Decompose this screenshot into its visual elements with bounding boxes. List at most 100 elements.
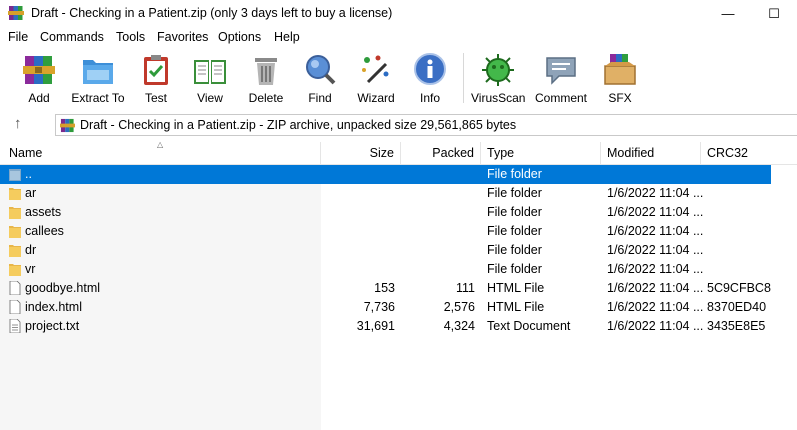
folder-icon: [9, 207, 21, 219]
folder-icon: [83, 60, 113, 84]
file-size: 31,691: [356, 319, 395, 333]
menu-favorites[interactable]: Favorites: [157, 30, 208, 44]
file-packed: 4,324: [443, 319, 475, 333]
comment-icon: [546, 57, 576, 85]
table-row[interactable]: goodbye.html 153 111 HTML File 1/6/2022 11:0…: [0, 279, 797, 298]
table-row[interactable]: vr File folder 1/6/2022 11:04 ...: [0, 260, 797, 279]
table-row[interactable]: assets File folder 1/6/2022 11:04 ...: [0, 203, 797, 222]
folder-icon: [9, 264, 21, 276]
file-name: vr: [25, 262, 36, 276]
column-packed[interactable]: Packed: [401, 142, 481, 164]
file-icon: [9, 300, 21, 314]
file-modified: 1/6/2022 11:04 ...: [607, 281, 704, 295]
comment-button[interactable]: Comment: [533, 47, 589, 109]
book-icon: [194, 60, 226, 84]
table-row[interactable]: callees File folder 1/6/2022 11:04 ...: [0, 222, 797, 241]
file-crc32: 5C9CFBC8: [707, 281, 771, 295]
file-modified: 1/6/2022 11:04 ...: [607, 224, 704, 238]
menu-commands[interactable]: Commands: [40, 30, 104, 44]
file-modified: 1/6/2022 11:04 ...: [607, 319, 704, 333]
column-size[interactable]: Size: [321, 142, 401, 164]
file-type: File folder: [487, 262, 542, 276]
folder-icon: [9, 226, 21, 238]
file-icon: [9, 281, 21, 295]
minimize-button[interactable]: —: [705, 0, 751, 27]
file-type: File folder: [487, 186, 542, 200]
table-row[interactable]: project.txt 31,691 4,324 Text Document 1/6/2…: [0, 317, 797, 336]
menu-options[interactable]: Options: [218, 30, 261, 44]
menu-help[interactable]: Help: [274, 30, 300, 44]
virusscan-button[interactable]: VirusScan: [471, 47, 525, 109]
file-name: callees: [25, 224, 64, 238]
info-icon: [414, 53, 446, 85]
table-row[interactable]: index.html 7,736 2,576 HTML File 1/6/2022 11…: [0, 298, 797, 317]
clipboard-check-icon: [144, 55, 168, 85]
file-type: Text Document: [487, 319, 571, 333]
virus-icon: [482, 54, 514, 86]
window-title: Draft - Checking in a Patient.zip (only …: [31, 6, 393, 20]
file-packed: 111: [455, 281, 475, 295]
find-button[interactable]: Find: [302, 47, 338, 109]
wizard-button[interactable]: Wizard: [356, 47, 396, 109]
file-type: File folder: [487, 224, 542, 238]
address-bar: ↑ Draft - Checking in a Patient.zip - ZI…: [0, 112, 797, 138]
rar-books-icon: [23, 56, 55, 84]
add-button[interactable]: Add: [20, 47, 58, 109]
column-name[interactable]: Name: [0, 142, 321, 164]
up-arrow-icon[interactable]: ↑: [14, 115, 22, 132]
file-type: HTML File: [487, 281, 545, 295]
trash-icon: [255, 58, 277, 85]
file-size: 153: [374, 281, 395, 295]
test-button[interactable]: Test: [138, 47, 174, 109]
column-type[interactable]: Type: [481, 142, 601, 164]
file-size: 7,736: [363, 300, 395, 314]
table-row[interactable]: .. File folder: [0, 165, 771, 184]
title-bar: Draft - Checking in a Patient.zip (only …: [0, 0, 797, 27]
file-list: △ Name Size Packed Type Modified CRC32 .…: [0, 140, 797, 430]
file-name: dr: [25, 243, 37, 257]
file-modified: 1/6/2022 11:04 ...: [607, 186, 704, 200]
table-row[interactable]: dr File folder 1/6/2022 11:04 ...: [0, 241, 797, 260]
extract-to-button[interactable]: Extract To: [70, 47, 126, 109]
winrar-app-icon[interactable]: [8, 5, 24, 21]
archive-icon: [60, 118, 75, 133]
toolbar: Add Extract To Test View Delete Find Wiz…: [0, 47, 797, 109]
folder-icon: [9, 245, 21, 257]
text-file-icon: [9, 319, 21, 333]
column-header: △ Name Size Packed Type Modified CRC32: [0, 140, 797, 165]
menu-bar: File Commands Tools Favorites Options He…: [0, 27, 797, 47]
file-modified: 1/6/2022 11:04 ...: [607, 262, 704, 276]
sfx-button[interactable]: SFX: [600, 47, 640, 109]
file-type: HTML File: [487, 300, 545, 314]
wand-icon: [362, 55, 389, 84]
delete-button[interactable]: Delete: [246, 47, 286, 109]
column-modified[interactable]: Modified: [601, 142, 701, 164]
file-name: goodbye.html: [25, 281, 101, 295]
maximize-button[interactable]: ☐: [751, 0, 797, 27]
file-modified: 1/6/2022 11:04 ...: [607, 205, 704, 219]
file-name: ar: [25, 186, 37, 200]
column-crc32[interactable]: CRC32: [701, 142, 771, 164]
file-modified: 1/6/2022 11:04 ...: [607, 243, 704, 257]
info-button[interactable]: Info: [412, 47, 448, 109]
file-packed: 2,576: [443, 300, 475, 314]
folder-icon: [9, 188, 21, 200]
file-modified: 1/6/2022 11:04 ...: [607, 300, 704, 314]
file-name: ..: [25, 167, 32, 181]
folder-up-icon: [9, 169, 21, 181]
menu-file[interactable]: File: [8, 30, 28, 44]
table-row[interactable]: ar File folder 1/6/2022 11:04 ...: [0, 184, 797, 203]
file-crc32: 8370ED40: [707, 300, 767, 314]
address-box[interactable]: Draft - Checking in a Patient.zip - ZIP …: [55, 114, 797, 136]
address-path: Draft - Checking in a Patient.zip - ZIP …: [80, 118, 517, 132]
menu-tools[interactable]: Tools: [116, 30, 145, 44]
file-type: File folder: [487, 167, 542, 181]
file-name: index.html: [25, 300, 82, 314]
file-type: File folder: [487, 205, 542, 219]
file-crc32: 3435E8E5: [707, 319, 766, 333]
toolbar-separator: [463, 53, 464, 103]
box-icon: [604, 54, 636, 85]
magnifier-icon: [306, 55, 336, 85]
file-type: File folder: [487, 243, 542, 257]
view-button[interactable]: View: [190, 47, 230, 109]
